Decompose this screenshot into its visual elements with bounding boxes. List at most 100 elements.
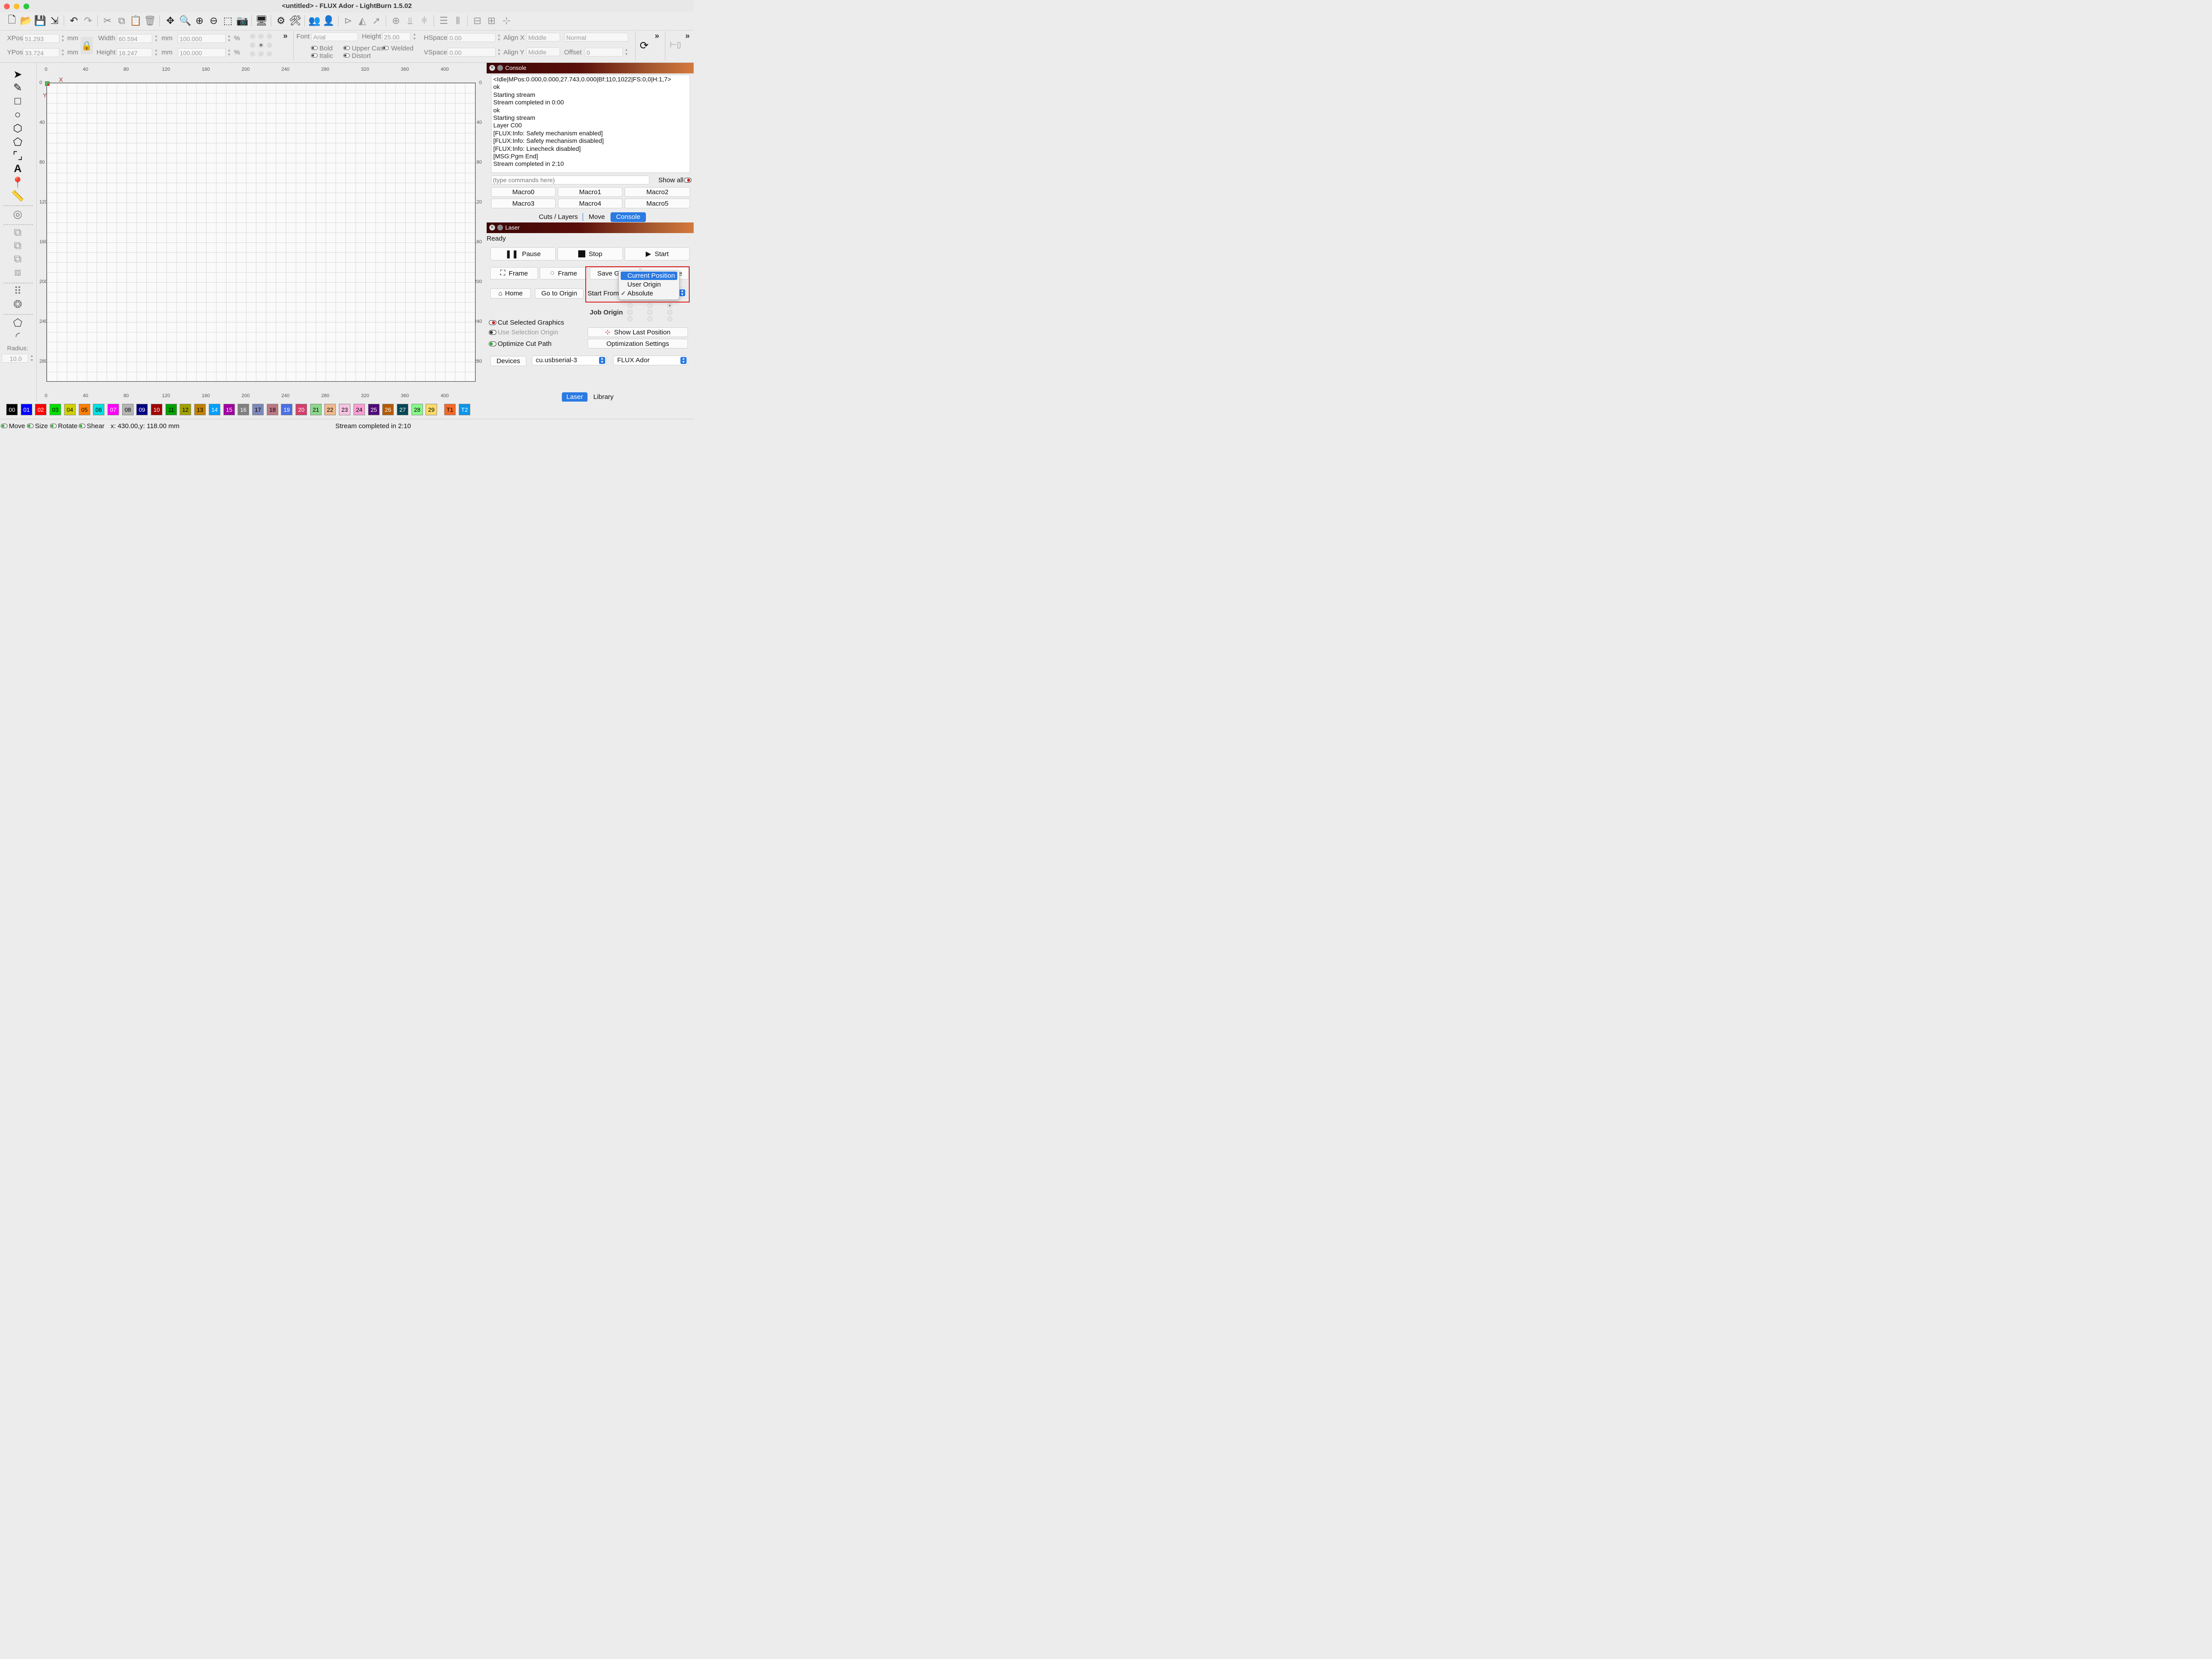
color-swatch-17[interactable]: 17 [252,404,264,415]
text-mode-select[interactable]: Normal [565,33,628,42]
float-panel-icon[interactable] [497,65,503,71]
color-swatch-24[interactable]: 24 [353,404,365,415]
color-swatch-09[interactable]: 09 [136,404,148,415]
color-swatch-01[interactable]: 01 [21,404,32,415]
color-swatch-14[interactable]: 14 [209,404,220,415]
tab-cuts-layers[interactable]: Cuts / Layers [534,212,582,222]
new-file-icon[interactable]: 🗋 [5,14,19,27]
vspace-input[interactable]: 0.00 [448,48,495,57]
scale-y-spinner[interactable]: ▲ ▼ [227,48,231,58]
measure-ruler-icon[interactable]: 📏 [11,190,25,202]
macro4-button[interactable]: Macro4 [558,199,622,208]
show-all-toggle[interactable] [684,178,691,183]
color-swatch-03[interactable]: 03 [50,404,61,415]
undo-icon[interactable]: ↶ [67,14,81,27]
job-origin-radio[interactable] [627,303,633,308]
frame-rect-button[interactable]: ⛶ Frame [490,267,538,280]
center-origin-icon[interactable]: ⊹ [500,14,513,27]
delete-icon[interactable]: 🗑 [143,14,157,27]
macro2-button[interactable]: Macro2 [625,187,690,197]
offset-input[interactable]: 0 [585,48,623,57]
cut-selected-toggle[interactable] [489,320,496,325]
radius-spinner[interactable]: ▲ ▼ [30,354,34,364]
job-origin-radio[interactable] [627,316,633,322]
color-swatch-23[interactable]: 23 [339,404,350,415]
paste-icon[interactable]: 📋 [129,14,142,27]
menu-item-current-position[interactable]: Current Position [621,272,677,280]
upper-case-checkbox[interactable] [343,46,350,50]
start-button[interactable]: ▶ Start [625,247,690,261]
stop-button[interactable]: Stop [557,247,623,261]
height-spinner[interactable]: ▲ ▼ [154,48,158,58]
home-button[interactable]: ⌂ Home [490,288,531,299]
frame-rubberband-button[interactable]: ◌ Frame [540,267,588,280]
color-swatch-15[interactable]: 15 [223,404,235,415]
port-select[interactable]: cu.usbserial-3 ▲ ▼ [532,356,607,365]
console-command-input[interactable]: (type commands here) [491,176,649,184]
ungroup-icon[interactable]: 👤 [322,14,335,27]
job-origin-radio[interactable] [667,310,672,315]
anchor-middle-right[interactable] [267,42,272,48]
color-swatch-29[interactable]: 29 [426,404,437,415]
anchor-center[interactable] [258,42,264,48]
align-x-select[interactable]: Middle [526,33,560,42]
zoom-frame-icon[interactable]: 🔍 [179,14,192,27]
job-origin-radio[interactable] [647,303,653,308]
more-props-icon-2[interactable]: » [655,31,659,41]
welded-checkbox[interactable] [382,46,389,50]
color-swatch-07[interactable]: 07 [108,404,119,415]
color-swatch-12[interactable]: 12 [180,404,191,415]
radius-input[interactable]: 10.0 [2,354,28,363]
color-swatch-10[interactable]: 10 [151,404,162,415]
anchor-middle-left[interactable] [250,42,255,48]
more-props-icon-3[interactable]: » [685,31,690,41]
go-to-origin-button[interactable]: Go to Origin [535,288,584,299]
color-swatch-26[interactable]: 26 [382,404,394,415]
anchor-bottom-right[interactable] [267,51,272,57]
pause-button[interactable]: ❚❚ Pause [490,247,556,261]
width-input[interactable]: 60.594 [117,34,152,43]
circular-array-icon[interactable]: ❂ [11,298,25,310]
apply-rotate-icon[interactable]: ⟳ [637,39,651,53]
pen-draw-icon[interactable]: ✎ [11,81,25,94]
import-icon[interactable]: ⇲ [48,14,61,27]
hspace-spinner[interactable]: ▲ ▼ [497,33,501,43]
size-toggle[interactable] [27,424,34,428]
xpos-spinner[interactable]: ▲ ▼ [61,34,65,44]
tab-move[interactable]: Move [584,212,610,222]
copy-icon[interactable]: ⧉ [115,14,128,27]
monitor-icon[interactable]: 🖥 [255,14,268,27]
anchor-top-right[interactable] [267,34,272,39]
frame-icon[interactable]: ⌜⌟ [11,149,25,162]
color-swatch-16[interactable]: 16 [238,404,249,415]
polygon-icon[interactable]: ⬡ [11,122,25,134]
color-swatch-28[interactable]: 28 [411,404,423,415]
text-height-spinner[interactable]: ▲ ▼ [412,32,417,42]
anchor-bottom-left[interactable] [250,51,255,57]
camera-icon[interactable]: 📷 [236,14,249,27]
optimization-settings-button[interactable]: Optimization Settings [588,339,688,349]
width-spinner[interactable]: ▲ ▼ [154,34,158,44]
edit-nodes-icon[interactable]: ⬠ [11,317,25,329]
position-marker-icon[interactable]: 📍 [11,176,25,189]
float-panel-icon[interactable] [497,225,503,230]
color-swatch-t1[interactable]: T1 [444,404,456,415]
weld-icon[interactable]: ⧉ [11,226,25,239]
menu-item-absolute[interactable]: Absolute [621,289,677,298]
move-toggle[interactable] [1,424,8,428]
xpos-input[interactable]: 51.293 [23,34,59,43]
macro5-button[interactable]: Macro5 [625,199,690,208]
job-origin-radio[interactable] [627,310,633,315]
rectangle-icon[interactable]: □ [11,95,25,107]
hspace-input[interactable]: 0.00 [448,33,495,42]
color-swatch-06[interactable]: 06 [93,404,104,415]
group-icon[interactable]: 👥 [308,14,321,27]
color-swatch-20[interactable]: 20 [296,404,307,415]
font-select[interactable]: Arial [311,32,358,41]
italic-checkbox[interactable] [311,54,318,57]
scale-x-spinner[interactable]: ▲ ▼ [227,34,231,44]
text-height-input[interactable]: 25.00 [382,32,411,41]
devices-button[interactable]: Devices [490,356,526,366]
pentagon-icon[interactable]: ⬠ [11,136,25,148]
color-swatch-04[interactable]: 04 [64,404,76,415]
